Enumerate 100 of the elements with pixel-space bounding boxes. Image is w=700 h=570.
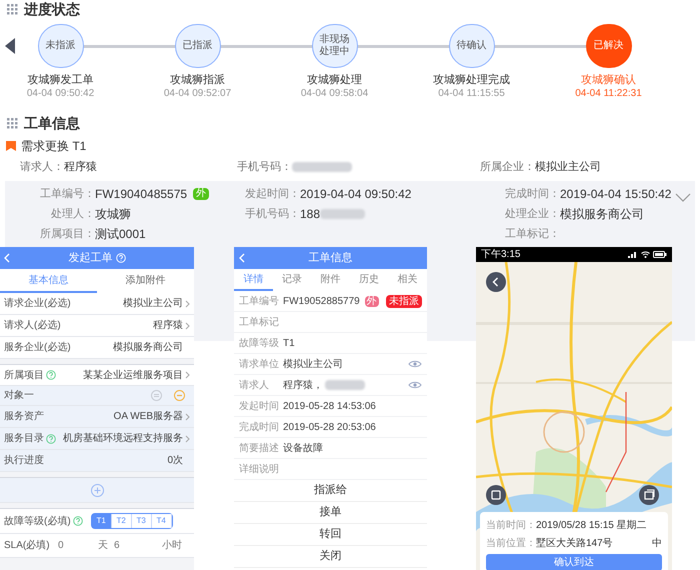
field-value: FW19052885779 (283, 294, 360, 308)
field-label: 工单编号 (239, 294, 280, 308)
field-label: 故障等级 (239, 336, 280, 350)
field-value[interactable]: OA WEB服务器 (114, 409, 183, 424)
unit-label: 天 (98, 539, 109, 553)
field-label: 请求单位 (239, 358, 280, 372)
back-icon[interactable] (4, 253, 10, 263)
field-value: FW19040485575 (95, 186, 188, 203)
field-value: 模拟业主公司 (535, 160, 601, 175)
remove-icon[interactable] (174, 390, 185, 401)
eye-icon[interactable] (408, 360, 422, 368)
field-label: 所属项目 (4, 368, 44, 382)
chevron-right-icon (185, 322, 190, 330)
field-label: 服务企业(必选) (4, 340, 71, 355)
back-button[interactable] (486, 272, 506, 292)
level-option[interactable]: T2 (112, 514, 132, 528)
field-label: 简要描述 (239, 442, 280, 456)
add-icon[interactable] (90, 484, 104, 496)
field-label: 所属项目： (39, 226, 95, 242)
step-label: 攻城狮处理 (307, 74, 362, 87)
help-icon (46, 370, 56, 380)
field-label: 手机号码： (244, 206, 300, 222)
locate-button[interactable] (486, 485, 506, 505)
battery-icon (653, 251, 667, 258)
layers-button[interactable] (639, 485, 659, 505)
redaction-blur (292, 162, 352, 172)
field-value[interactable]: 模拟业主公司 (123, 296, 183, 311)
field-value[interactable]: 0次 (167, 453, 183, 468)
tab[interactable]: 历史 (350, 269, 388, 291)
field-value: 程序猿， (283, 378, 323, 392)
badge: 外 (193, 188, 210, 200)
field-label: 处理企业： (504, 206, 560, 222)
step-time: 04-04 09:50:42 (26, 87, 94, 100)
chevron-right-icon (185, 434, 190, 442)
confirm-button[interactable]: 确认到达 (486, 554, 662, 570)
grid-icon (6, 117, 18, 129)
section-title: 进度状态 (24, 0, 80, 18)
field-value[interactable]: 某某企业运维服务项目 (83, 368, 183, 382)
field-value: 2019/05/28 15:15 星期二 (536, 518, 647, 532)
badge: 外 (364, 296, 379, 306)
previous-arrow-icon[interactable] (5, 38, 15, 54)
field-value: 攻城狮 (95, 206, 131, 223)
help-icon (46, 434, 56, 444)
signal-icon (628, 251, 638, 258)
field-label: 请求企业(必选) (4, 296, 71, 311)
step-label: 攻城狮指派 (170, 74, 225, 87)
field-label: 请求人(必选) (4, 318, 61, 333)
field-label: 对象一 (4, 388, 34, 403)
screen-title: 发起工单 (68, 250, 112, 266)
field-value: 2019-05-28 14:53:06 (283, 400, 376, 414)
field-value[interactable]: 0 (58, 538, 96, 553)
field-label: 请求人 (239, 378, 270, 392)
field-label: 工单标记： (504, 226, 560, 242)
field-value[interactable]: 模拟服务商公司 (113, 340, 183, 355)
field-value[interactable]: 6 (114, 538, 120, 553)
status-tag: 未指派 (386, 294, 422, 308)
status-time: 下午3:15 (481, 248, 520, 260)
unit-label: 小时 (162, 538, 182, 553)
level-option[interactable]: T3 (132, 514, 152, 528)
level-option[interactable]: T1 (92, 514, 112, 528)
field-label: 手机号码： (237, 160, 292, 175)
step-label: 攻城狮发工单 (28, 74, 94, 87)
chevron-right-icon (185, 300, 190, 308)
level-option[interactable]: T4 (152, 514, 172, 528)
flag-icon (6, 141, 16, 151)
request-title: 需求更换 T1 (21, 138, 86, 155)
tab[interactable]: 附件 (311, 269, 350, 291)
field-label: 完成时间 (239, 420, 280, 434)
field-label: 当前位置： (486, 536, 536, 550)
eye-icon[interactable] (408, 381, 422, 389)
field-label: 工单编号： (39, 186, 95, 202)
field-label: 当前时间： (486, 518, 536, 532)
field-value: 设备故障 (283, 442, 323, 456)
field-value[interactable]: 机房基础环境远程支持服务 (63, 431, 183, 446)
tab[interactable]: 添加附件 (97, 269, 194, 293)
wifi-icon (641, 251, 650, 258)
field-label: 请求人： (20, 160, 64, 175)
field-label: 执行进度 (4, 454, 44, 468)
step-label: 攻城狮处理完成 (433, 74, 510, 87)
tab[interactable]: 记录 (272, 269, 312, 291)
field-value: 中 (652, 536, 662, 550)
field-label: 发起时间 (239, 400, 280, 414)
field-value: 188 (300, 206, 320, 223)
field-value: 程序猿 (64, 160, 97, 175)
field-value: T1 (283, 336, 295, 350)
chevron-right-icon (185, 412, 190, 420)
field-value: 2019-04-04 09:50:42 (300, 186, 412, 203)
step-time: 04-04 11:15:55 (438, 87, 505, 100)
back-icon[interactable] (239, 253, 245, 263)
step-time: 04-04 09:52:07 (164, 87, 232, 100)
step-label: 攻城狮确认 (581, 74, 636, 87)
section-title: 工单信息 (24, 114, 80, 132)
grid-icon (6, 3, 18, 15)
field-value: 测试0001 (95, 226, 146, 243)
field-label: 详细说明 (239, 462, 280, 476)
chevron-down-icon[interactable] (675, 193, 691, 202)
field-label: 服务资产 (4, 410, 44, 424)
tab[interactable]: 详情 (234, 269, 273, 291)
field-value[interactable]: 程序猿 (153, 318, 183, 333)
tab[interactable]: 相关 (388, 269, 427, 291)
